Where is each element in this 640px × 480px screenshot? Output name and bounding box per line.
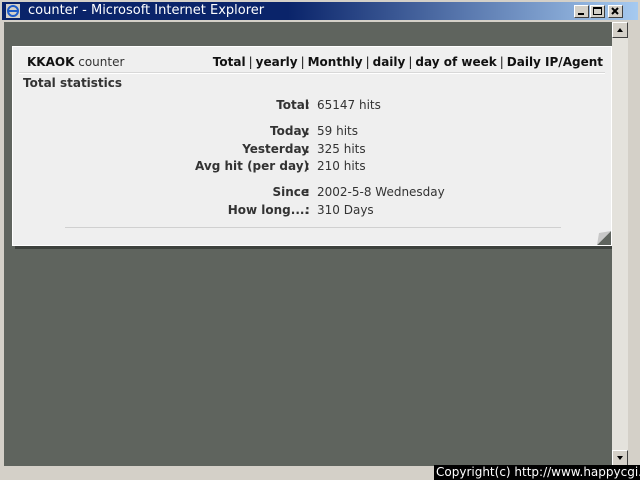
copyright-text: Copyright(c) http://www.happycgi.com bbox=[434, 465, 640, 480]
vertical-scrollbar[interactable] bbox=[612, 22, 628, 466]
colon: : bbox=[305, 124, 310, 138]
stat-value: 2002-5-8 Wednesday bbox=[317, 185, 445, 199]
colon: : bbox=[305, 185, 310, 199]
brand-logo: KKAOK counter bbox=[27, 55, 124, 69]
stat-label: Avg hit (per day) bbox=[195, 159, 309, 173]
nav-monthly[interactable]: Monthly bbox=[308, 55, 363, 69]
divider bbox=[65, 227, 561, 228]
scroll-up-button[interactable] bbox=[612, 22, 628, 38]
nav-separator: | bbox=[300, 55, 305, 69]
nav-daily[interactable]: daily bbox=[373, 55, 406, 69]
window-title: counter - Microsoft Internet Explorer bbox=[28, 3, 265, 18]
arrow-down-icon bbox=[617, 456, 623, 460]
stat-label: Since bbox=[272, 185, 309, 199]
nav-yearly[interactable]: yearly bbox=[256, 55, 298, 69]
stat-label: Yesterday bbox=[242, 142, 309, 156]
close-button[interactable] bbox=[608, 5, 623, 18]
window-frame-right bbox=[628, 22, 638, 466]
stat-value: 59 hits bbox=[317, 124, 358, 138]
arrow-up-icon bbox=[617, 28, 623, 32]
nav-separator: | bbox=[408, 55, 413, 69]
page-curl-icon bbox=[597, 231, 611, 245]
stat-value: 65147 hits bbox=[317, 98, 381, 112]
stat-label: How long.... bbox=[227, 203, 309, 217]
ie-icon bbox=[6, 4, 20, 18]
nav-day-of-week[interactable]: day of week bbox=[415, 55, 496, 69]
stat-value: 310 Days bbox=[317, 203, 374, 217]
stat-value: 325 hits bbox=[317, 142, 366, 156]
counter-panel: KKAOK counter Total | yearly | Monthly | daily… bbox=[12, 46, 612, 246]
minimize-button[interactable] bbox=[574, 5, 589, 18]
nav-separator: | bbox=[499, 55, 504, 69]
title-bar[interactable]: counter - Microsoft Internet Explorer bbox=[2, 2, 638, 20]
divider bbox=[19, 73, 605, 74]
colon: : bbox=[305, 203, 310, 217]
colon: : bbox=[305, 159, 310, 173]
maximize-icon bbox=[593, 7, 602, 15]
stat-value: 210 hits bbox=[317, 159, 366, 173]
brand-subtitle: counter bbox=[78, 55, 125, 69]
minimize-icon bbox=[578, 13, 584, 15]
page-content: KKAOK counter Total | yearly | Monthly | daily… bbox=[4, 22, 612, 466]
brand-name: KKAOK bbox=[27, 55, 75, 69]
stat-label: Today bbox=[270, 124, 309, 138]
maximize-button[interactable] bbox=[590, 5, 605, 18]
close-icon bbox=[611, 7, 619, 15]
stats-nav: Total | yearly | Monthly | daily | day of week | D… bbox=[213, 55, 603, 69]
nav-daily-ip-agent[interactable]: Daily IP/Agent bbox=[507, 55, 603, 69]
colon: : bbox=[305, 98, 310, 112]
nav-total[interactable]: Total bbox=[213, 55, 246, 69]
nav-separator: | bbox=[248, 55, 253, 69]
nav-separator: | bbox=[365, 55, 370, 69]
section-title: Total statistics bbox=[23, 76, 123, 90]
colon: : bbox=[305, 142, 310, 156]
scroll-down-button[interactable] bbox=[612, 450, 628, 466]
browser-window: counter - Microsoft Internet Explorer KK… bbox=[0, 0, 640, 480]
